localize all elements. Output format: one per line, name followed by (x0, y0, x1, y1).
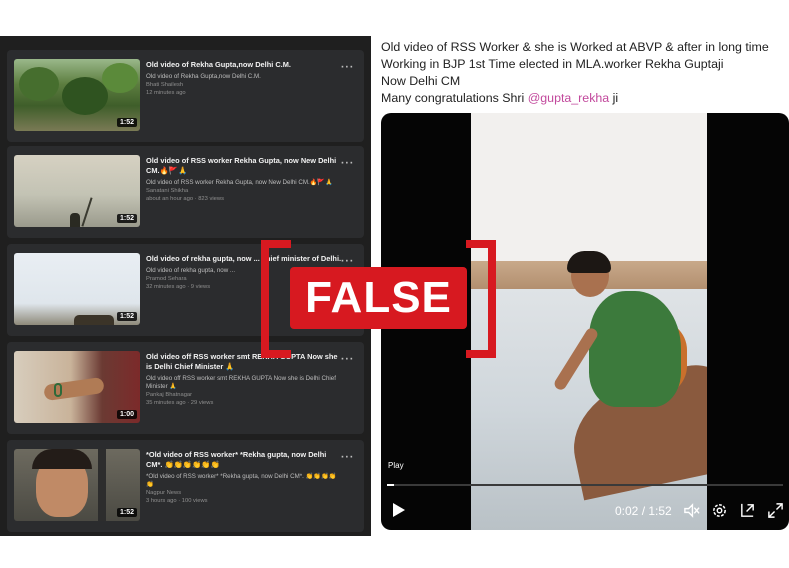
video-thumbnail[interactable]: 1:00 (14, 351, 140, 423)
duration-badge: 1:52 (116, 508, 137, 517)
fullscreen-icon[interactable] (767, 502, 784, 519)
video-result-card[interactable]: 1:52 Old video of Rekha Gupta,now Delhi … (7, 50, 364, 142)
settings-icon[interactable] (711, 502, 728, 519)
tweet-line: Now Delhi CM (381, 74, 461, 88)
more-options-icon[interactable]: ··· (341, 63, 354, 73)
video-meta: 12 minutes ago (146, 90, 186, 96)
video-description: *Old video of RSS worker* *Rekha gupta, … (146, 473, 337, 488)
video-meta: 3 hours ago · 100 views (146, 498, 208, 504)
video-title[interactable]: *Old video of RSS worker* *Rekha gupta, … (146, 450, 342, 470)
stamp-left-bracket (261, 240, 291, 358)
channel-name[interactable]: Bhati Shailesh (146, 81, 342, 89)
stamp-label-box: FALSE (290, 267, 467, 329)
channel-name[interactable]: Pankaj Bhatnagar (146, 391, 342, 399)
video-frame (471, 113, 707, 530)
video-thumbnail[interactable]: 1:52 (14, 449, 140, 521)
video-meta: about an hour ago · 823 views (146, 196, 224, 202)
pip-icon[interactable] (739, 502, 756, 519)
duration-badge: 1:52 (116, 118, 137, 127)
tweet-line: Many congratulations Shri @gupta_rekha j… (381, 90, 781, 107)
false-verdict-stamp: FALSE (261, 240, 496, 358)
video-title[interactable]: Old video of RSS worker Rekha Gupta, now… (146, 156, 342, 176)
play-tooltip: Play (388, 461, 404, 470)
duration-badge: 1:52 (116, 214, 137, 223)
video-title[interactable]: Old video of Rekha Gupta,now Delhi C.M. (146, 60, 342, 70)
progress-fill (387, 484, 395, 486)
video-description: Old video off RSS worker smt REKHA GUPTA… (146, 375, 336, 390)
channel-name[interactable]: Sanatani Shikha (146, 187, 342, 195)
video-thumbnail[interactable]: 1:52 (14, 59, 140, 131)
duration-badge: 1:52 (116, 312, 137, 321)
video-description: Old video of Rekha Gupta,now Delhi C.M. (146, 73, 261, 80)
more-options-icon[interactable]: ··· (341, 159, 354, 169)
channel-name[interactable]: Nagpur News (146, 489, 342, 497)
video-description: Old video of RSS worker Rekha Gupta, now… (146, 179, 333, 186)
mention-link[interactable]: @gupta_rekha (528, 91, 609, 105)
video-meta: 35 minutes ago · 29 views (146, 400, 214, 406)
time-display: 0:02 / 1:52 (615, 504, 672, 518)
tweet-text-segment: Many congratulations Shri (381, 91, 528, 105)
more-options-icon[interactable]: ··· (341, 453, 354, 463)
video-result-card[interactable]: 1:52 Old video of RSS worker Rekha Gupta… (7, 146, 364, 238)
tweet-text: Old video of RSS Worker & she is Worked … (381, 39, 781, 107)
tweet-line: Working in BJP 1st Time elected in MLA.w… (381, 57, 724, 71)
player-controls: 0:02 / 1:52 (381, 495, 789, 525)
stamp-label: FALSE (305, 273, 452, 322)
volume-muted-icon[interactable] (683, 502, 700, 519)
video-result-card[interactable]: 1:52 *Old video of RSS worker* *Rekha gu… (7, 440, 364, 532)
progress-bar[interactable] (387, 484, 783, 486)
tweet-line: Old video of RSS Worker & she is Worked … (381, 40, 769, 54)
stamp-right-bracket (466, 240, 496, 358)
tweet-text-segment: ji (609, 91, 619, 105)
duration-badge: 1:00 (116, 410, 137, 419)
play-icon[interactable] (389, 501, 407, 519)
video-thumbnail[interactable]: 1:52 (14, 155, 140, 227)
video-thumbnail[interactable]: 1:52 (14, 253, 140, 325)
